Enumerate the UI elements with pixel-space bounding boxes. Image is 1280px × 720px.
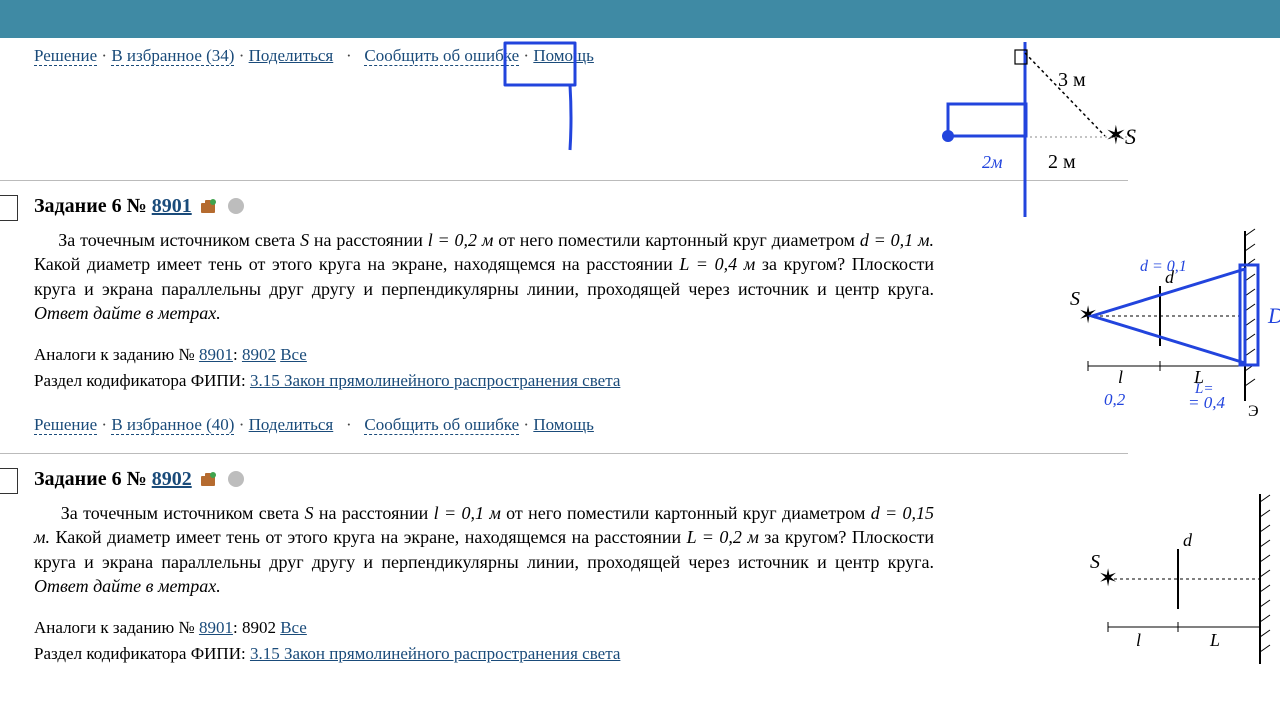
analog-link-2[interactable]: 8902	[242, 345, 276, 364]
kodifikator-link[interactable]: 3.15 Закон прямолинейного распространени…	[250, 371, 620, 390]
task-8901: Задание 6 № 8901 За точечным источником …	[0, 181, 1280, 453]
task-title: Задание 6 № 8901	[34, 195, 1120, 228]
gray-indicator-icon[interactable]	[228, 471, 244, 487]
svg-text:0,2: 0,2	[1104, 390, 1126, 409]
briefcase-icon[interactable]	[199, 197, 217, 213]
figure-8902: ✶ S d l L	[1090, 494, 1280, 674]
index-box	[0, 468, 18, 494]
task-id-link[interactable]: 8901	[152, 195, 192, 217]
analog-link-1[interactable]: 8901	[199, 618, 233, 637]
svg-text:l: l	[1118, 367, 1123, 387]
svg-text:S: S	[1070, 288, 1080, 310]
task-title: Задание 6 № 8902	[34, 468, 1120, 501]
help-link[interactable]: Помощь	[533, 415, 594, 434]
problem-text: За точечным источником света S на рассто…	[34, 228, 934, 325]
top-bar	[0, 0, 1280, 38]
svg-text:= 0,4: = 0,4	[1188, 393, 1225, 412]
task-num-prefix: №	[127, 468, 147, 490]
share-link[interactable]: Поделиться	[249, 46, 334, 65]
svg-text:2 м: 2 м	[1048, 151, 1076, 173]
report-bug-link[interactable]: Сообщить об ошибке	[364, 415, 519, 435]
svg-text:l: l	[1136, 630, 1141, 650]
task-8902: Задание 6 № 8902 За точечным источником …	[0, 454, 1280, 678]
svg-text:D: D	[1267, 303, 1280, 328]
svg-text:L: L	[1209, 630, 1220, 650]
index-box	[0, 195, 18, 221]
help-link[interactable]: Помощь	[533, 46, 594, 65]
task-actions-8901: Решение · В избранное (40) · Поделиться …	[34, 407, 1120, 439]
separator: ·	[338, 46, 361, 65]
gray-indicator-icon[interactable]	[228, 198, 244, 214]
briefcase-icon[interactable]	[199, 470, 217, 486]
svg-text:✶: ✶	[1105, 121, 1127, 150]
task-actions-prev: Решение · В избранное (34) · Поделиться …	[0, 38, 1280, 70]
favorite-link[interactable]: В избранное (40)	[111, 415, 234, 435]
task-id-link[interactable]: 8902	[152, 468, 192, 490]
kodifikator-row: Раздел кодификатора ФИПИ: 3.15 Закон пря…	[34, 371, 1120, 391]
svg-text:S: S	[1125, 124, 1136, 149]
solution-link[interactable]: Решение	[34, 415, 97, 435]
svg-text:S: S	[1090, 551, 1100, 573]
analogs-row: Аналоги к заданию № 8901: 8902 Все	[34, 345, 1120, 365]
analogs-all-link[interactable]: Все	[280, 345, 307, 364]
report-bug-link[interactable]: Сообщить об ошибке	[364, 46, 519, 66]
favorite-link[interactable]: В избранное (34)	[111, 46, 234, 66]
task-num-prefix: №	[127, 195, 147, 217]
svg-text:d: d	[1183, 530, 1193, 550]
problem-text: За точечным источником света S на рассто…	[34, 501, 934, 598]
svg-text:d = 0,1: d = 0,1	[1140, 258, 1187, 275]
analogs-all-link[interactable]: Все	[280, 618, 307, 637]
content: Решение · В избранное (34) · Поделиться …	[0, 38, 1280, 678]
svg-text:2м: 2м	[982, 152, 1003, 172]
solution-link[interactable]: Решение	[34, 46, 97, 66]
share-link[interactable]: Поделиться	[249, 415, 334, 434]
svg-text:Э: Э	[1248, 403, 1259, 420]
kodifikator-link[interactable]: 3.15 Закон прямолинейного распространени…	[250, 644, 620, 663]
analog-current: 8902	[242, 618, 276, 637]
analogs-row: Аналоги к заданию № 8901: 8902 Все	[34, 618, 1120, 638]
separator: ·	[239, 46, 249, 65]
svg-text:3 м: 3 м	[1058, 69, 1086, 91]
separator: ·	[523, 46, 533, 65]
separator: ·	[101, 46, 111, 65]
task-label: Задание 6	[34, 468, 122, 490]
task-label: Задание 6	[34, 195, 122, 217]
kodifikator-row: Раздел кодификатора ФИПИ: 3.15 Закон пря…	[34, 644, 1120, 664]
figure-8901: ✶ S d l L Э d = 0,1 D 0,2 L= = 0,4	[1070, 221, 1280, 421]
analog-link-1[interactable]: 8901	[199, 345, 233, 364]
